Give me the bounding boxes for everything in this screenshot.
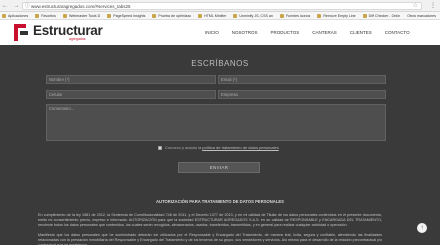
legal-paragraph: En cumplimiento de la ley 1581 de 2012, … — [38, 213, 382, 227]
site-header: Estructurar agregados INICIO NOSOTROS PR… — [0, 20, 440, 45]
page-icon — [317, 13, 322, 18]
other-bookmarks[interactable]: Otros marcadores — [407, 14, 436, 18]
legal-title: AUTORIZACIÓN PARA TRATAMIENTO DE DATOS P… — [156, 199, 284, 204]
bookmark-item[interactable]: HTML Minifier — [198, 13, 226, 18]
consent-row: Conozco y acepto la política de tratamie… — [158, 145, 279, 150]
page-icon — [233, 13, 238, 18]
bookmark-item[interactable]: Webmaster Tools D — [62, 13, 100, 18]
bookmark-item[interactable]: Favoritos — [35, 13, 56, 18]
name-field[interactable]: Nombre (*) — [46, 75, 216, 84]
logo-subtitle: agregados — [69, 37, 86, 41]
comment-textarea[interactable]: Comentario... — [46, 104, 386, 141]
bookmark-item[interactable]: PageSpeed Insights — [107, 13, 145, 18]
arrow-up-icon: ↑ — [420, 225, 424, 231]
logo-text[interactable]: Estructurar — [33, 23, 103, 38]
legal-paragraph: Manifiesto que los datos personales que … — [38, 233, 382, 245]
logo-icon[interactable] — [14, 24, 28, 41]
bookmark-item[interactable]: Diff Checker - Onlin — [362, 13, 400, 18]
nav-item-canteras[interactable]: CANTERAS — [312, 30, 337, 35]
page-icon — [362, 13, 367, 18]
bookmark-item[interactable]: Remove Empty Line — [317, 13, 356, 18]
send-button[interactable]: ENVIAR — [178, 162, 260, 173]
nav-item-clientes[interactable]: CLIENTES — [350, 30, 372, 35]
browser-toolbar: ← → ⟳ ⓘ www.estructuraragregados.com/#se… — [0, 0, 440, 12]
page-icon — [152, 13, 157, 18]
bookmark-item[interactable]: Unminify JS, CSS an — [233, 13, 273, 18]
page-icon — [279, 13, 284, 18]
nav-item-nosotros[interactable]: NOSOTROS — [232, 30, 258, 35]
bookmark-item[interactable]: Aplicaciones — [2, 13, 28, 18]
bookmarks-bar: Aplicaciones Favoritos Webmaster Tools D… — [0, 12, 440, 20]
folder-icon — [62, 13, 67, 18]
consent-checkbox[interactable] — [158, 145, 162, 150]
nav-item-inicio[interactable]: INICIO — [205, 30, 219, 35]
bookmark-item[interactable]: Prueba de optimizac — [152, 13, 191, 18]
nav-item-contacto[interactable]: CONTACTO — [385, 30, 410, 35]
company-field[interactable]: Empresa — [218, 90, 386, 99]
browser-menu-icon[interactable]: ⋮ — [430, 2, 436, 9]
consent-label: Conozco y acepto la — [165, 145, 202, 150]
bookmark-item[interactable]: Fuentes iconos — [279, 13, 310, 18]
form-title: ESCRÍBANOS — [191, 59, 249, 68]
page-icon — [198, 13, 203, 18]
bookmark-star-icon[interactable]: ☆ — [413, 3, 418, 10]
url-text: www.estructuraragregados.com/#services_t… — [31, 4, 131, 9]
nav-item-productos[interactable]: PRODUCTOS — [271, 30, 300, 35]
apps-icon — [2, 13, 6, 18]
phone-field[interactable]: Celular — [46, 90, 216, 99]
main-nav: INICIO NOSOTROS PRODUCTOS CANTERAS CLIEN… — [205, 30, 410, 35]
privacy-policy-link[interactable]: política de tratamiento de datos persona… — [202, 145, 279, 150]
folder-icon — [35, 13, 40, 18]
folder-icon — [107, 13, 112, 18]
lock-icon: ⓘ — [25, 3, 31, 9]
email-field[interactable]: Email (*) — [218, 75, 386, 84]
scroll-to-top-button[interactable]: ↑ — [417, 223, 427, 233]
address-bar[interactable]: ⓘ www.estructuraragregados.com/#services… — [22, 2, 422, 10]
